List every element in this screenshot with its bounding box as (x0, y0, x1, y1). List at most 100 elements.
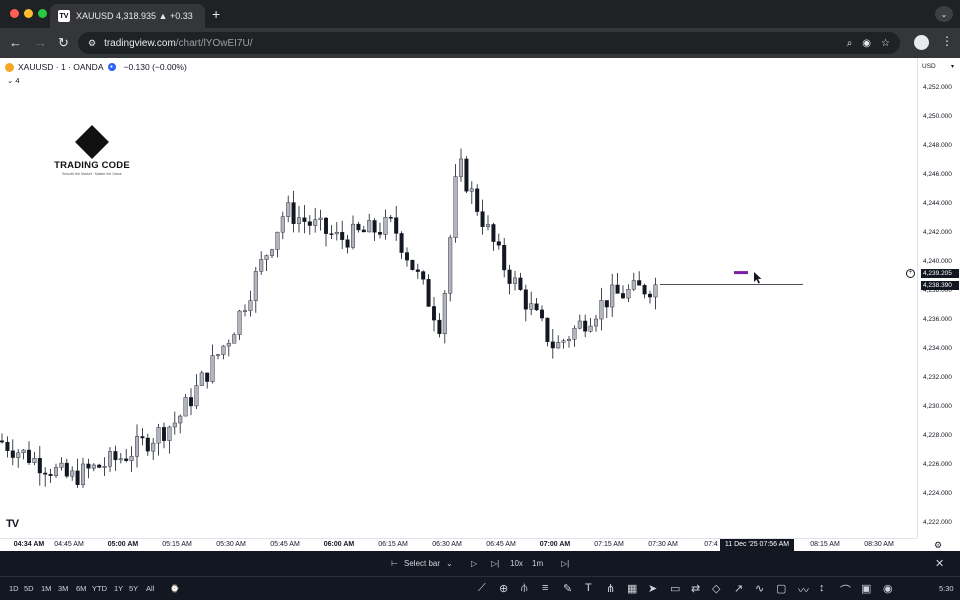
candle-body (448, 237, 453, 294)
candle-body (534, 303, 539, 311)
wave-icon[interactable]: 〰 (798, 582, 809, 598)
candle-body (648, 293, 653, 298)
candle-body (518, 277, 523, 290)
text-icon[interactable]: T (585, 582, 592, 594)
drawing-marker[interactable] (734, 271, 748, 275)
candle-body (621, 293, 626, 299)
timeframe-button[interactable]: 5Y (129, 584, 138, 593)
image-icon[interactable]: ▣ (861, 582, 871, 595)
time-tick-label: 05:30 AM (216, 541, 246, 548)
candle-body (43, 472, 48, 475)
close-replay-icon[interactable]: ✕ (935, 557, 944, 570)
candle-body (97, 464, 102, 468)
price-tick-label: 4,240.000 (923, 258, 952, 265)
timeframe-button[interactable]: 1M (41, 584, 51, 593)
candle-body (64, 462, 69, 477)
arrow-icon[interactable]: ↗ (734, 582, 743, 595)
price-tick-label: 4,250.000 (923, 113, 952, 120)
candle-body (421, 271, 426, 280)
timeframe-button[interactable]: All (146, 584, 154, 593)
step-forward-icon[interactable]: ▷| (491, 559, 499, 568)
eye-icon[interactable]: ◉ (883, 582, 893, 595)
bookmark-star-icon[interactable]: ☆ (881, 38, 890, 49)
cursor-icon[interactable]: ➤ (648, 582, 657, 595)
candle-body (486, 224, 491, 227)
timeframe-button[interactable]: 3M (58, 584, 68, 593)
trend-line-icon[interactable]: ⟋ (478, 582, 486, 595)
minimize-window-icon[interactable] (24, 9, 33, 18)
close-window-icon[interactable] (10, 9, 19, 18)
box-icon[interactable]: ▢ (776, 582, 786, 595)
tab-search-icon[interactable]: ⌄ (935, 6, 953, 22)
chart-pane[interactable]: XAUUSD · 1 · OANDA ● −0.130 (−0.00%) ⌄ 4… (0, 58, 960, 551)
candle-body (178, 415, 183, 424)
play-icon[interactable]: ▷ (471, 559, 477, 568)
select-bar-button[interactable]: Select bar (404, 559, 440, 568)
reload-icon[interactable]: ↻ (58, 35, 69, 51)
brush-icon[interactable]: ✎ (563, 582, 572, 595)
forward-icon[interactable]: → (34, 35, 47, 51)
back-icon[interactable]: ← (9, 35, 22, 51)
time-axis[interactable]: 08:30 AM 08:15 AM 07:4 07:30 AM 07:15 AM 07:0… (0, 538, 917, 551)
candle-body (399, 233, 404, 253)
price-axis[interactable]: USD ▾ 4,239.205 4,238.390 4,252.000 4,250… (917, 58, 960, 538)
fib-icon[interactable]: ≡ (542, 582, 548, 594)
pitchfork-icon[interactable]: ⫛ (521, 582, 528, 595)
select-bar-dropdown-icon[interactable]: ⌄ (446, 559, 453, 568)
timeframe-button[interactable]: 6M (76, 584, 86, 593)
timeframe-button[interactable]: YTD (92, 584, 107, 593)
price-tick-label: 4,234.000 (923, 345, 952, 352)
candle-body (113, 451, 118, 461)
time-tick-label: 08:15 AM (810, 541, 840, 548)
replay-toolbar: ⊢ Select bar ⌄ ▷ ▷| 10x 1m ▷| ✕ (0, 551, 960, 576)
bottom-toolbar: ⌚ 5:30 1D 5D 1M 3M 6M YTD 1Y 5Y All ⟋ ⊕ ⫛ ≡ ✎ T ⋔ ▦ ➤ ▭ ⇄ ◇ ↗… (0, 576, 960, 600)
fork-icon[interactable]: ⋔ (606, 582, 615, 595)
candle-body (469, 188, 474, 192)
time-tick-label: 07:15 AM (594, 541, 624, 548)
ruler-icon[interactable]: ↕ (819, 582, 825, 594)
path-icon[interactable]: ⇄ (691, 582, 700, 595)
date-range-icon[interactable]: ⌚ (170, 584, 179, 593)
candle-body (270, 249, 275, 256)
new-tab-icon[interactable]: + (212, 6, 220, 22)
candle-body (16, 452, 21, 458)
grid-icon[interactable]: ▦ (627, 582, 637, 595)
rectangle-icon[interactable]: ▭ (670, 582, 680, 595)
candle-body (324, 217, 329, 234)
select-bar-icon[interactable]: ⊢ (391, 559, 398, 568)
profile-avatar[interactable] (914, 35, 929, 50)
ellipse-icon[interactable]: ◇ (712, 582, 720, 595)
timeframe-button[interactable]: 1Y (114, 584, 123, 593)
url-input[interactable]: ⚙ tradingview.com/chart/lYOwEI7U/ ⌕ ◉ ☆ (78, 32, 900, 54)
site-info-icon[interactable]: ⚙ (88, 38, 96, 49)
currency-label[interactable]: USD (922, 63, 936, 70)
candle-body (410, 259, 415, 270)
jump-to-realtime-icon[interactable]: ▷| (561, 559, 569, 568)
candle-body (48, 474, 53, 476)
timeframe-button[interactable]: 1D (9, 584, 19, 593)
settings-icon[interactable]: ⚙ (934, 540, 942, 551)
candle-body (172, 422, 177, 428)
time-tick-label: 07:00 AM (539, 541, 571, 548)
add-alert-icon[interactable]: + (906, 269, 915, 278)
replay-speed[interactable]: 10x (510, 559, 523, 568)
candle-body (572, 327, 577, 340)
zoom-icon[interactable]: ⌕ (847, 38, 853, 49)
candle-body (32, 457, 37, 463)
curve-icon[interactable]: ∿ (755, 582, 764, 595)
currency-dropdown-icon[interactable]: ▾ (951, 63, 954, 70)
tradingview-logo-icon[interactable]: TV (6, 518, 19, 530)
crosshair-icon[interactable]: ⊕ (499, 582, 508, 595)
candle-body (615, 284, 620, 294)
eye-icon[interactable]: ◉ (862, 38, 871, 49)
time-tick-label: 07:4 (704, 541, 718, 548)
candle-body (594, 318, 599, 327)
browser-tab[interactable]: TV XAUUSD 4,318.935 ▲ +0.33 (50, 4, 205, 28)
maximize-window-icon[interactable] (38, 9, 47, 18)
browser-menu-icon[interactable]: ⋮ (941, 34, 953, 48)
candle-body (0, 440, 4, 443)
timeframe-button[interactable]: 5D (24, 584, 34, 593)
candle-body (642, 285, 647, 295)
magnet-icon[interactable]: ⌒ (840, 582, 851, 598)
replay-interval[interactable]: 1m (532, 559, 543, 568)
